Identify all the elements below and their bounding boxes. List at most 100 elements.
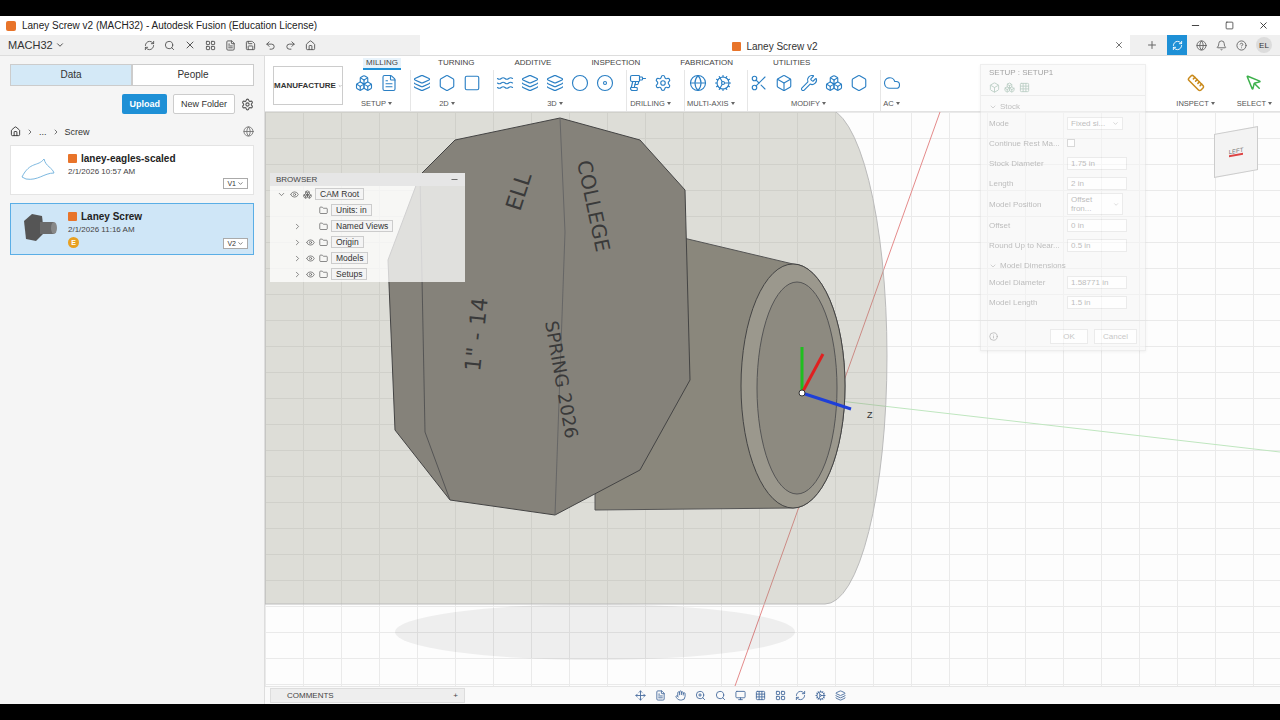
tool-icon[interactable] [750, 74, 768, 92]
undo-icon[interactable] [265, 40, 276, 51]
mode-tab[interactable]: FABRICATION [677, 58, 736, 70]
orbit-icon[interactable] [635, 690, 646, 701]
tool-icon[interactable] [850, 74, 868, 92]
view-cube[interactable]: LEFT [1214, 126, 1258, 178]
expander[interactable] [292, 237, 302, 247]
tool-icon[interactable] [596, 74, 614, 92]
mode-tab[interactable]: TURNING [435, 58, 477, 70]
field-select[interactable]: Offset fron... [1067, 193, 1123, 215]
x-gizmo[interactable] [802, 354, 823, 393]
settings-icon[interactable] [815, 690, 826, 701]
measure-icon[interactable] [1187, 74, 1205, 92]
bell-icon[interactable] [1216, 40, 1227, 51]
add-comment-button[interactable]: + [453, 691, 458, 700]
home-icon[interactable] [10, 126, 21, 137]
z-gizmo[interactable] [802, 393, 851, 409]
tool-icon[interactable] [629, 74, 647, 92]
tool-group[interactable]: 2D [410, 70, 483, 111]
zoom-icon[interactable] [695, 690, 706, 701]
tool-icon[interactable] [438, 74, 456, 92]
field-input[interactable]: 2 in [1067, 177, 1127, 190]
tool-icon[interactable] [380, 74, 398, 92]
workspace-switcher[interactable]: MANUFACTURE [273, 66, 343, 105]
field-input[interactable]: 1.58771 in [1067, 276, 1127, 289]
globe-icon[interactable] [1196, 40, 1207, 51]
panel-tab[interactable]: Data [10, 64, 132, 86]
visibility[interactable] [305, 221, 315, 231]
tool-icon[interactable] [413, 74, 431, 92]
tool-icon[interactable] [714, 74, 732, 92]
field-select[interactable]: Fixed si... [1067, 117, 1123, 130]
dialog-button[interactable]: Cancel [1094, 329, 1137, 344]
tool-icon[interactable] [689, 74, 707, 92]
origin-point[interactable] [799, 390, 805, 396]
minimize-button[interactable] [1178, 16, 1212, 35]
tool-group[interactable]: AC [880, 70, 903, 111]
visibility[interactable] [305, 253, 315, 263]
file-card[interactable]: Laney Screw2/1/2026 11:16 AMEV2 [10, 203, 254, 255]
sync-button[interactable] [1167, 35, 1187, 55]
tool-group[interactable]: SETUP [353, 70, 400, 111]
field-input[interactable]: 0.5 in [1067, 239, 1127, 252]
comments-bar[interactable]: COMMENTS+ [270, 688, 465, 703]
file-card[interactable]: laney-eagles-scaled2/1/2026 10:57 AMV1 [10, 145, 254, 195]
setup-tab-icon[interactable] [989, 82, 1000, 93]
project-selector[interactable]: MACH32 [8, 39, 65, 51]
expander[interactable] [292, 253, 302, 263]
expander[interactable] [276, 189, 286, 199]
viewports-icon[interactable] [775, 690, 786, 701]
mode-tab[interactable]: ADDITIVE [511, 58, 554, 70]
close-panel-icon[interactable] [184, 39, 196, 51]
look-icon[interactable] [655, 690, 666, 701]
tool-icon[interactable] [883, 74, 901, 92]
layers-icon[interactable] [835, 690, 846, 701]
panel-tab[interactable]: People [132, 64, 254, 86]
breadcrumb-item[interactable]: ... [39, 127, 47, 137]
tab-close-button[interactable] [1114, 40, 1124, 52]
tool-group[interactable]: 3D [493, 70, 616, 111]
collapse-icon[interactable] [450, 175, 459, 184]
share-icon[interactable] [243, 126, 254, 137]
tool-icon[interactable] [355, 74, 373, 92]
field-input[interactable]: 1.5 in [1067, 296, 1127, 309]
help-icon[interactable] [1236, 40, 1247, 51]
expander[interactable] [292, 221, 302, 231]
browser-row[interactable]: Origin [270, 234, 465, 250]
tool-icon[interactable] [496, 74, 514, 92]
expander[interactable] [292, 205, 302, 215]
tool-group[interactable]: MULTI-AXIS [684, 70, 737, 111]
upload-button[interactable]: Upload [122, 94, 167, 114]
tool-icon[interactable] [654, 74, 672, 92]
version-tag[interactable]: V1 [223, 178, 248, 189]
tool-icon[interactable] [463, 74, 481, 92]
user-avatar[interactable]: EL [1256, 37, 1272, 53]
tool-icon[interactable] [800, 74, 818, 92]
section-header[interactable]: Stock [981, 96, 1145, 113]
browser-row[interactable]: Units: in [270, 202, 465, 218]
maximize-button[interactable] [1212, 16, 1246, 35]
file-icon[interactable] [225, 40, 236, 51]
dialog-button[interactable]: OK [1050, 329, 1088, 344]
tool-icon[interactable] [571, 74, 589, 92]
tool-icon[interactable] [521, 74, 539, 92]
pan-icon[interactable] [675, 690, 686, 701]
info-icon[interactable] [989, 332, 998, 341]
section-header[interactable]: Model Dimensions [981, 255, 1145, 272]
tool-group[interactable]: DRILLING [626, 70, 674, 111]
display-icon[interactable] [735, 690, 746, 701]
refresh-icon[interactable] [795, 690, 806, 701]
search-icon[interactable] [164, 40, 175, 51]
visibility[interactable] [305, 237, 315, 247]
visibility[interactable] [289, 189, 299, 199]
tool-group[interactable]: MODIFY [747, 70, 870, 111]
y-gizmo[interactable] [801, 347, 804, 393]
browser-row[interactable]: Setups [270, 266, 465, 282]
post-tab-icon[interactable] [1019, 82, 1030, 93]
expander[interactable] [292, 269, 302, 279]
mode-tab[interactable]: MILLING [363, 58, 401, 70]
settings-icon[interactable] [241, 98, 254, 111]
version-tag[interactable]: V2 [223, 238, 248, 249]
mode-tab[interactable]: INSPECTION [588, 58, 643, 70]
document-tab[interactable]: Laney Screw v2 [420, 35, 1130, 55]
save-icon[interactable] [245, 40, 256, 51]
